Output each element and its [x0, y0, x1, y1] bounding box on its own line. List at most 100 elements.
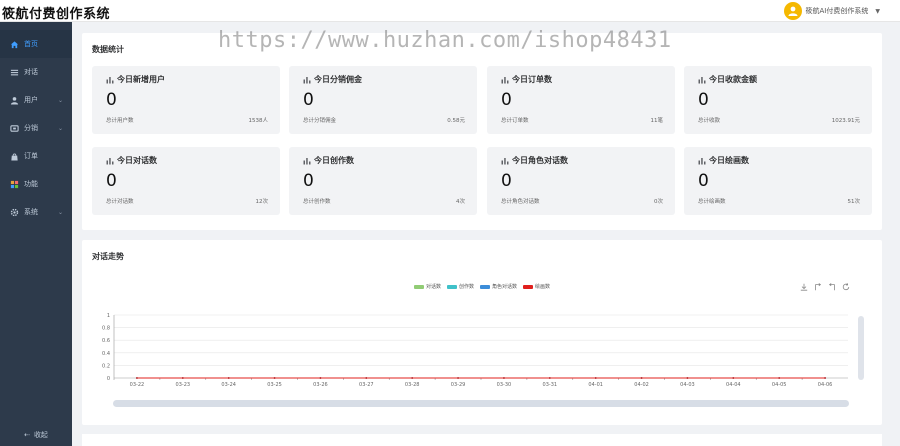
sidebar-item-users[interactable]: 用户 ⌄ — [0, 86, 72, 114]
stat-card-sub-label: 总计绘画数 — [698, 199, 726, 205]
legend-swatch — [414, 284, 424, 289]
sidebar-item-system[interactable]: 系统 ⌄ — [0, 198, 72, 226]
sidebar-item-orders[interactable]: 订单 — [0, 142, 72, 170]
legend-label: 角色对话数 — [492, 284, 518, 290]
stat-card-sub-label: 总计角色对话数 — [501, 199, 540, 205]
sidebar-item-label: 首页 — [24, 40, 38, 48]
top-header: 筱航付费创作系统 筱航AI付费创作系统 ▼ — [0, 0, 900, 22]
stat-card-sub-label: 总计分销佣金 — [303, 118, 337, 124]
share-icon — [9, 123, 19, 133]
sidebar-item-label: 用户 — [24, 96, 38, 104]
sidebar-item-label: 系统 — [24, 208, 38, 216]
stat-card-total: 11笔 — [650, 118, 664, 124]
stat-card: 今日角色对话数 0 总计角色对话数 0次 — [487, 147, 675, 215]
menu-icon — [9, 67, 19, 77]
caret-down-icon[interactable]: ▼ — [875, 8, 880, 15]
stat-card-value: 0 — [698, 171, 709, 191]
stat-card-title: 今日订单数 — [501, 74, 552, 85]
gear-icon — [9, 207, 19, 217]
stat-card-title-text: 今日分销佣金 — [314, 75, 362, 84]
legend-item[interactable]: 对话数 — [414, 283, 441, 290]
stat-card: 今日绘画数 0 总计绘画数 51次 — [684, 147, 872, 215]
zoom-icon[interactable] — [828, 283, 836, 291]
stat-card-total: 0.58元 — [447, 118, 465, 124]
stat-card-sub-label: 总计创作数 — [303, 199, 331, 205]
horizontal-data-zoom-slider[interactable] — [113, 400, 849, 407]
sidebar-item-features[interactable]: 功能 — [0, 170, 72, 198]
collapse-button[interactable]: ⇠ 收起 — [0, 424, 72, 446]
stat-card-total: 1023.91元 — [831, 118, 860, 124]
legend-swatch — [447, 284, 458, 289]
bar-chart-icon — [501, 157, 509, 164]
stat-card-total: 51次 — [847, 199, 861, 205]
sidebar-item-label: 订单 — [24, 152, 38, 160]
stat-card-value: 0 — [303, 90, 314, 110]
sidebar-item-chat[interactable]: 对话 — [0, 58, 72, 86]
stat-card-title-text: 今日收款金额 — [709, 75, 757, 84]
stat-card-title-text: 今日角色对话数 — [512, 156, 568, 165]
stat-card-sub-label: 总计对话数 — [106, 199, 134, 205]
stat-card-title-text: 今日创作数 — [314, 156, 354, 165]
legend-label: 对话数 — [426, 284, 442, 290]
refresh-icon[interactable] — [842, 283, 850, 291]
stat-card-title: 今日对话数 — [106, 155, 157, 166]
avatar[interactable] — [783, 2, 802, 20]
app-title: 筱航付费创作系统 — [2, 7, 111, 22]
legend-item[interactable]: 绘画数 — [523, 283, 550, 290]
bar-chart-icon — [698, 76, 706, 83]
stat-card: 今日新增用户 0 总计用户数 1538人 — [92, 66, 280, 134]
chart-legend: 对话数 创作数 角色对话数 绘画数 — [414, 283, 550, 290]
sidebar-item-distribution[interactable]: 分销 ⌄ — [0, 114, 72, 142]
user-avatar-icon — [788, 6, 798, 16]
sidebar-item-label: 分销 — [24, 124, 38, 132]
legend-swatch — [523, 284, 534, 289]
sidebar-item-home[interactable]: 首页 — [0, 30, 72, 58]
chevron-down-icon: ⌄ — [57, 208, 63, 216]
trend-panel: 对话走势 — [82, 240, 882, 425]
legend-label: 创作数 — [459, 284, 475, 290]
user-name[interactable]: 筱航AI付费创作系统 — [806, 6, 869, 16]
sidebar-item-label: 对话 — [24, 68, 38, 76]
chevron-down-icon: ⌄ — [57, 124, 63, 132]
stat-card-value: 0 — [698, 90, 709, 110]
legend-label: 绘画数 — [535, 284, 551, 290]
legend-swatch — [480, 284, 491, 289]
bar-chart-icon — [106, 76, 114, 83]
user-icon — [9, 95, 19, 105]
stat-card-title-text: 今日新增用户 — [117, 75, 165, 84]
stat-card-value: 0 — [106, 90, 117, 110]
stat-card-value: 0 — [501, 171, 512, 191]
stat-card: 今日分销佣金 0 总计分销佣金 0.58元 — [289, 66, 477, 134]
grid-icon — [9, 179, 19, 189]
user-menu[interactable]: 筱航AI付费创作系统 ▼ — [783, 2, 880, 20]
bottom-panel — [82, 434, 882, 446]
bar-chart-icon — [501, 76, 509, 83]
stat-card-title: 今日新增用户 — [106, 74, 165, 85]
bar-chart-icon — [698, 157, 706, 164]
home-icon — [9, 39, 19, 49]
restore-icon[interactable] — [814, 283, 822, 291]
sidebar-item-label: 功能 — [24, 180, 38, 188]
stat-card-total: 0次 — [654, 199, 663, 205]
bar-chart-icon — [106, 157, 114, 164]
trend-title: 对话走势 — [92, 252, 124, 261]
download-icon[interactable] — [800, 283, 808, 291]
chart-toolbox — [800, 283, 850, 291]
stat-card-total: 12次 — [255, 199, 269, 205]
stat-card: 今日订单数 0 总计订单数 11笔 — [487, 66, 675, 134]
stat-card-sub-label: 总计用户数 — [106, 118, 134, 124]
stat-card-total: 1538人 — [248, 118, 269, 124]
stat-card-value: 0 — [501, 90, 512, 110]
stat-card-value: 0 — [303, 171, 314, 191]
stats-title: 数据统计 — [92, 45, 124, 54]
chevron-down-icon: ⌄ — [57, 96, 63, 104]
vertical-data-zoom[interactable] — [858, 316, 864, 380]
legend-item[interactable]: 创作数 — [447, 283, 474, 290]
bag-icon — [9, 151, 19, 161]
stat-card-value: 0 — [106, 171, 117, 191]
stat-card-total: 4次 — [456, 199, 465, 205]
stat-card-title: 今日角色对话数 — [501, 155, 568, 166]
bar-chart-icon — [303, 76, 311, 83]
legend-item[interactable]: 角色对话数 — [480, 283, 517, 290]
stat-card: 今日对话数 0 总计对话数 12次 — [92, 147, 280, 215]
